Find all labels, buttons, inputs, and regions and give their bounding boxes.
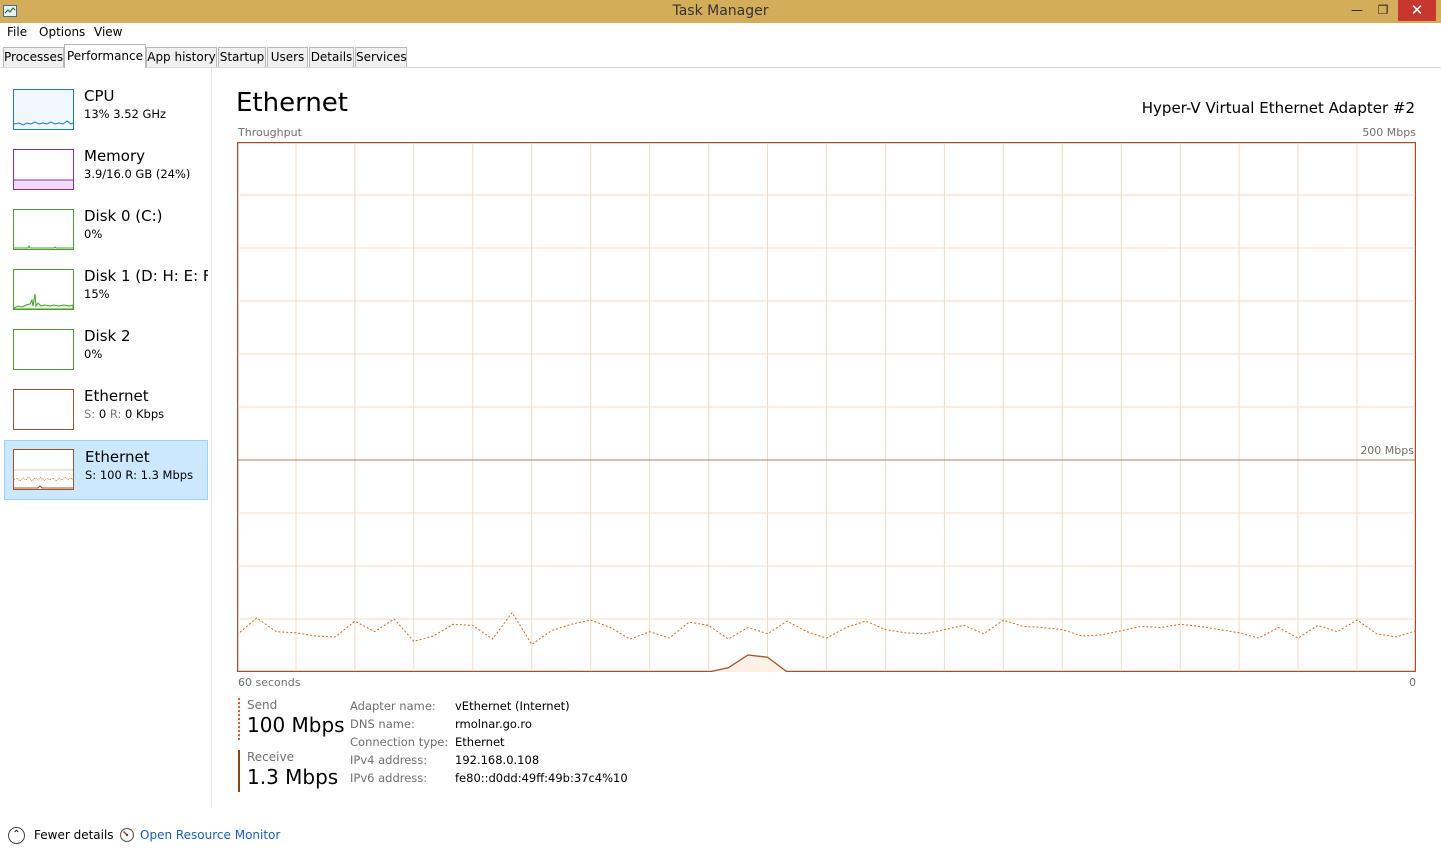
sidebar-item-cpu[interactable]: CPU 13% 3.52 GHz bbox=[4, 80, 208, 140]
connection-type-value: Ethernet bbox=[455, 735, 505, 749]
open-resource-monitor-link[interactable]: Open Resource Monitor bbox=[140, 828, 280, 842]
fewer-details-button[interactable]: Fewer details bbox=[34, 828, 114, 842]
receive-value: 1.3 Mbps bbox=[247, 765, 339, 789]
chevron-up-icon[interactable]: ⌃ bbox=[8, 827, 25, 844]
restore-button[interactable]: ❐ bbox=[1370, 0, 1396, 21]
tab-startup[interactable]: Startup bbox=[218, 47, 266, 67]
zero-label: 0 bbox=[1409, 676, 1416, 689]
sidebar-item-ethernet-2[interactable]: Ethernet S: 100 R: 1.3 Mbps bbox=[4, 440, 208, 500]
send-stat: Send 100 Mbps bbox=[238, 698, 348, 740]
menu-options[interactable]: Options bbox=[39, 25, 85, 39]
throughput-label: Throughput bbox=[238, 126, 302, 139]
resource-sidebar: CPU 13% 3.52 GHz Memory 3.9/16.0 GB (24%… bbox=[0, 68, 212, 808]
close-button[interactable]: ✕ bbox=[1398, 0, 1436, 21]
sidebar-item-detail: 0% bbox=[84, 227, 103, 241]
send-prefix: S: bbox=[84, 407, 96, 421]
send-value: 100 Mbps bbox=[247, 713, 345, 737]
sidebar-item-label: Disk 2 bbox=[84, 327, 131, 345]
dns-name-label: DNS name: bbox=[350, 717, 415, 731]
tab-app-history[interactable]: App history bbox=[146, 47, 217, 67]
receive-value: 0 Kbps bbox=[125, 407, 165, 421]
adapter-model: Hyper-V Virtual Ethernet Adapter #2 bbox=[1141, 99, 1415, 117]
throughput-graph bbox=[237, 142, 1416, 672]
scale-label: 200 Mbps bbox=[1360, 444, 1414, 457]
tab-users[interactable]: Users bbox=[267, 47, 308, 67]
tab-performance[interactable]: Performance bbox=[64, 44, 146, 68]
sidebar-item-ethernet-1[interactable]: Ethernet S: 0 R: 0 Kbps bbox=[4, 380, 208, 440]
adapter-name-label: Adapter name: bbox=[350, 699, 436, 713]
send-value: 0 bbox=[98, 407, 107, 421]
sidebar-item-label: Ethernet bbox=[84, 387, 149, 405]
window-title: Task Manager bbox=[672, 3, 769, 19]
menu-file[interactable]: File bbox=[7, 25, 27, 39]
tab-bar: Processes Performance App history Startu… bbox=[0, 43, 1441, 68]
time-span-label: 60 seconds bbox=[238, 676, 301, 689]
ipv6-value: fe80::d0dd:49ff:49b:37c4%10 bbox=[455, 771, 628, 785]
receive-prefix: R: bbox=[109, 407, 122, 421]
sidebar-item-label: Ethernet bbox=[85, 448, 150, 466]
sidebar-item-detail: 3.9/16.0 GB (24%) bbox=[84, 167, 191, 181]
connection-type-label: Connection type: bbox=[350, 735, 449, 749]
tab-details[interactable]: Details bbox=[309, 47, 354, 67]
dns-name-value: rmolnar.go.ro bbox=[455, 717, 532, 731]
sidebar-item-disk1[interactable]: Disk 1 (D: H: E: F: G 15% bbox=[4, 260, 208, 320]
footer: ⌃ Fewer details Open Resource Monitor bbox=[0, 820, 1441, 850]
sidebar-item-label: Disk 1 (D: H: E: F: G bbox=[84, 267, 208, 285]
sidebar-item-memory[interactable]: Memory 3.9/16.0 GB (24%) bbox=[4, 140, 208, 200]
menu-bar: File Options View bbox=[0, 23, 1441, 43]
sidebar-item-detail: S: 0 R: 0 Kbps bbox=[84, 407, 164, 421]
ethernet1-thumbnail bbox=[13, 389, 74, 430]
sidebar-item-label: Memory bbox=[84, 147, 146, 165]
sidebar-item-disk2[interactable]: Disk 2 0% bbox=[4, 320, 208, 380]
sidebar-item-label: Disk 0 (C:) bbox=[84, 207, 163, 225]
sidebar-item-disk0[interactable]: Disk 0 (C:) 0% bbox=[4, 200, 208, 260]
tab-processes[interactable]: Processes bbox=[3, 47, 64, 67]
memory-thumbnail bbox=[13, 149, 74, 190]
resource-monitor-icon[interactable] bbox=[119, 827, 135, 843]
sidebar-item-detail: 15% bbox=[84, 287, 110, 301]
ipv4-value: 192.168.0.108 bbox=[455, 753, 540, 767]
title-bar[interactable]: Task Manager — ❐ ✕ bbox=[0, 0, 1441, 23]
sidebar-item-detail: 0% bbox=[84, 347, 103, 361]
tab-services[interactable]: Services bbox=[355, 47, 407, 67]
send-indicator bbox=[238, 698, 240, 740]
ethernet2-thumbnail bbox=[13, 449, 74, 490]
menu-view[interactable]: View bbox=[94, 25, 122, 39]
disk1-thumbnail bbox=[13, 269, 74, 310]
cpu-thumbnail bbox=[13, 89, 74, 130]
minimize-button[interactable]: — bbox=[1344, 0, 1370, 21]
ipv6-label: IPv6 address: bbox=[350, 771, 428, 785]
page-title: Ethernet bbox=[236, 88, 348, 118]
sidebar-item-label: CPU bbox=[84, 87, 115, 105]
receive-label: Receive bbox=[247, 750, 294, 764]
sidebar-item-detail: S: 100 R: 1.3 Mbps bbox=[85, 468, 194, 482]
disk0-thumbnail bbox=[13, 209, 74, 250]
ipv4-label: IPv4 address: bbox=[350, 753, 428, 767]
disk2-thumbnail bbox=[13, 329, 74, 370]
receive-indicator bbox=[238, 750, 240, 792]
adapter-name-value: vEthernet (Internet) bbox=[455, 699, 570, 713]
receive-stat: Receive 1.3 Mbps bbox=[238, 750, 348, 792]
sidebar-item-detail: 13% 3.52 GHz bbox=[84, 107, 167, 121]
send-label: Send bbox=[247, 698, 278, 712]
max-scale-label: 500 Mbps bbox=[1362, 126, 1416, 139]
